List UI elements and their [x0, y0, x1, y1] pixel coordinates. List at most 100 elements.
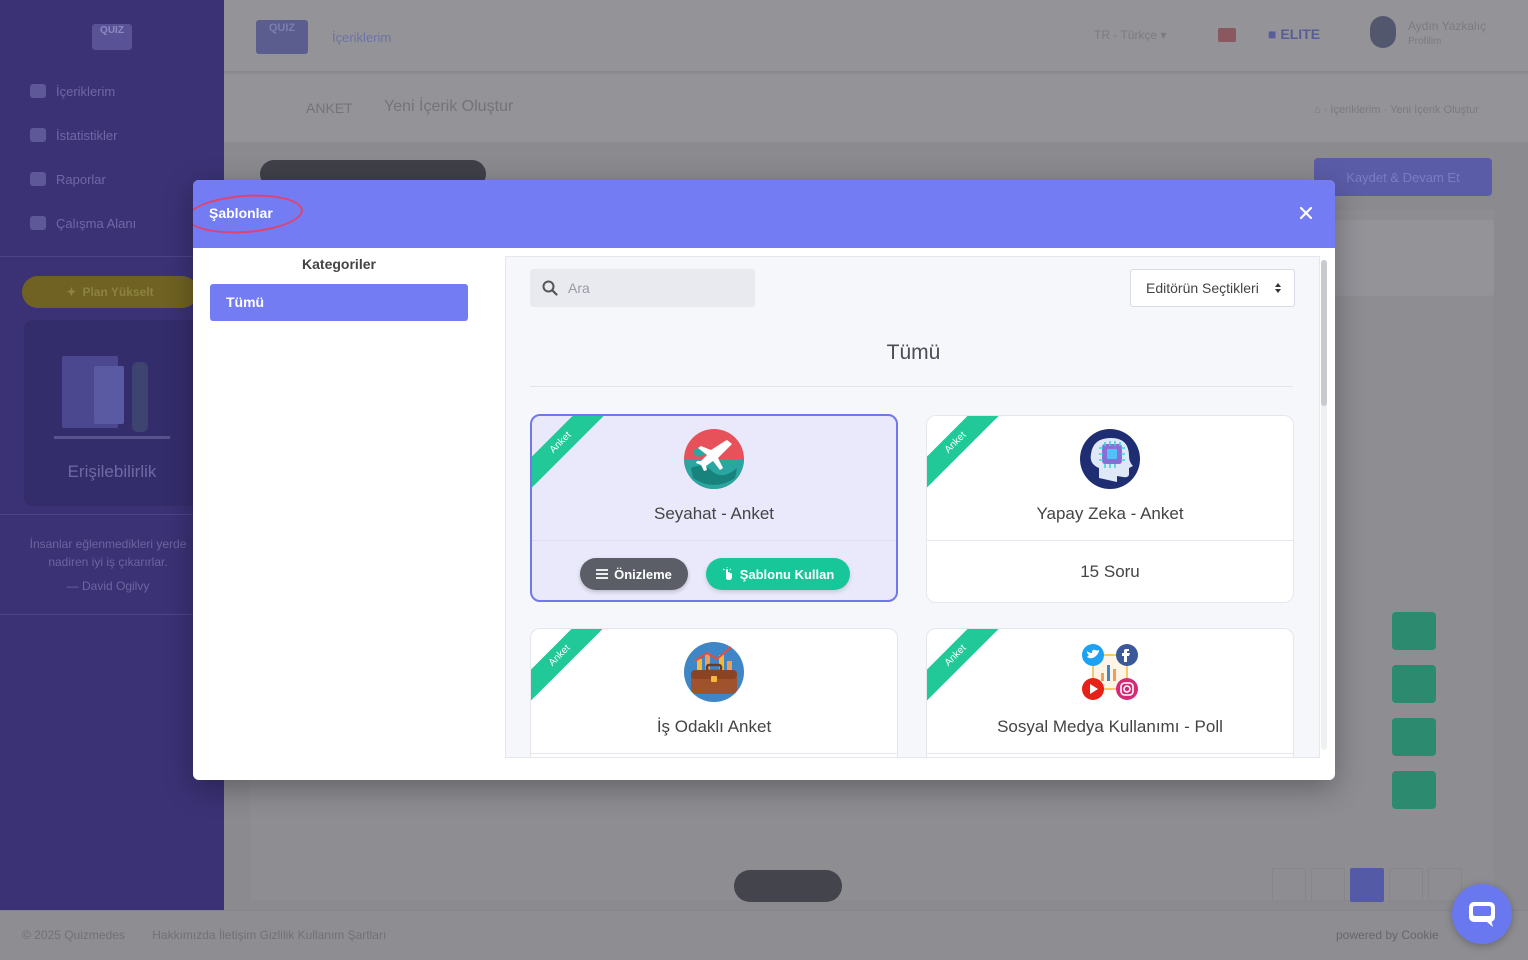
save-continue-label: Kaydet & Devam Et: [1346, 169, 1460, 185]
ribbon: Anket: [532, 416, 604, 488]
card-title: Seyahat - Anket: [653, 504, 775, 523]
templates-modal: Şablonlar Kategoriler Tümü Editörün Seçt…: [193, 180, 1335, 780]
preview-button[interactable]: Önizleme: [580, 558, 688, 590]
sidebar-item-reports[interactable]: Raporlar: [30, 168, 106, 190]
template-card-travel[interactable]: Anket Seyahat - Anket Önizleme Şablonu K…: [530, 414, 898, 602]
ribbon: Anket: [927, 416, 999, 488]
top-bar: QUIZ İçeriklerim TR - Türkçe ▾ ■ ELITE A…: [224, 0, 1528, 72]
page-title: Yeni İçerik Oluştur: [384, 98, 514, 115]
pagination-prev[interactable]: [1311, 868, 1345, 902]
quote-author: — David Ogilvy: [66, 579, 150, 593]
category-all[interactable]: Tümü: [210, 284, 468, 321]
chat-button[interactable]: [1452, 884, 1512, 944]
card-divider: [927, 540, 1293, 541]
top-logo[interactable]: QUIZ: [256, 20, 308, 54]
template-card-business[interactable]: Anket İş Odaklı Anket: [530, 628, 898, 757]
pagination-next[interactable]: [1389, 868, 1423, 902]
upgrade-plan-button[interactable]: ✦ Plan Yükselt: [22, 276, 198, 308]
template-card-social-media[interactable]: Anket Sosyal Medya Kullanımı - Poll: [926, 628, 1294, 757]
use-template-button[interactable]: Şablonu Kullan: [706, 558, 850, 590]
sidebar-item-contents[interactable]: İçeriklerim: [30, 80, 115, 102]
list-icon: [596, 569, 609, 579]
sidebar-item-workspace[interactable]: Çalışma Alanı: [30, 212, 136, 234]
sort-select-value: Editörün Seçtikleri: [1146, 280, 1259, 296]
breadcrumb-trail: ⌂ · İçeriklerim · Yeni İçerik Oluştur: [1314, 104, 1479, 116]
question-action-button[interactable]: [1392, 718, 1436, 756]
ribbon-label: Anket: [532, 416, 604, 488]
templates-area: Editörün Seçtikleri Tümü Anket Seyahat -…: [505, 256, 1320, 758]
language-select[interactable]: TR - Türkçe ▾: [1094, 28, 1166, 42]
ribbon: Anket: [927, 629, 999, 701]
footer: © 2025 Quizmedes Hakkımızda İletişim Giz…: [0, 910, 1528, 960]
scrollbar[interactable]: [1321, 260, 1327, 750]
breadcrumb: ANKET Yeni İçerik Oluştur ⌂ · İçerikleri…: [224, 74, 1528, 142]
sort-arrows-icon: [1275, 283, 1281, 293]
user-role: Profilim: [1408, 36, 1442, 47]
sort-select[interactable]: Editörün Seçtikleri: [1130, 269, 1295, 307]
close-icon[interactable]: [1295, 202, 1317, 224]
ribbon-label: Anket: [927, 629, 999, 701]
sidebar-item-label: Raporlar: [56, 171, 106, 187]
travel-globe-icon: [684, 429, 744, 489]
avatar[interactable]: [1370, 16, 1396, 48]
copyright-text: © 2025 Quizmedes: [22, 928, 125, 942]
user-menu[interactable]: Aydın Yazkalıç Profilim: [1408, 18, 1486, 50]
question-action-button[interactable]: [1392, 665, 1436, 703]
pagination-page[interactable]: [1350, 868, 1384, 902]
save-continue-button[interactable]: Kaydet & Devam Et: [1314, 158, 1492, 196]
question-count: 15 Soru: [1080, 562, 1140, 581]
app-logo: QUIZ: [92, 24, 132, 50]
card-title: İş Odaklı Anket: [656, 717, 772, 736]
accessibility-illustration: [54, 348, 170, 444]
scrollbar-thumb[interactable]: [1321, 260, 1327, 406]
modal-title: Şablonlar: [209, 205, 273, 221]
flag-icon[interactable]: [1218, 28, 1236, 42]
sidebar-item-statistics[interactable]: İstatistikler: [30, 124, 117, 146]
rocket-icon: ✦: [66, 285, 77, 299]
card-divider: [531, 753, 897, 754]
quote-text: İnsanlar eğlenmedikleri yerde nadiren iy…: [29, 537, 187, 569]
card-title: Yapay Zeka - Anket: [1036, 504, 1184, 523]
card-divider: [532, 540, 896, 541]
add-new-button[interactable]: [734, 870, 842, 902]
user-icon: [30, 84, 46, 98]
powered-by: powered by Cookie: [1336, 928, 1439, 942]
modal-header: Şablonlar: [193, 180, 1335, 248]
sidebar-divider: [0, 614, 224, 615]
ribbon-label: Anket: [531, 629, 603, 701]
user-name: Aydın Yazkalıç: [1408, 19, 1487, 33]
categories-title: Kategoriler: [302, 256, 376, 272]
footer-links[interactable]: Hakkımızda İletişim Gizlilik Kullanım Şa…: [152, 928, 386, 942]
accessibility-card[interactable]: Erişilebilirlik: [24, 320, 200, 506]
pagination-first[interactable]: [1272, 868, 1306, 902]
search-icon: [542, 280, 558, 296]
tap-icon: [722, 567, 732, 580]
sidebar-divider: [0, 514, 224, 515]
chat-icon: [1469, 902, 1495, 927]
plan-label: ELITE: [1280, 26, 1321, 42]
search-box[interactable]: [530, 269, 755, 307]
top-link-contents[interactable]: İçeriklerim: [332, 30, 391, 45]
social-media-icon: [1082, 644, 1138, 700]
section-divider: [530, 386, 1293, 387]
preview-button-label: Önizleme: [614, 566, 672, 582]
footer-copyright: © 2025 Quizmedes Hakkımızda İletişim Giz…: [22, 928, 386, 942]
briefcase-chart-icon: [684, 642, 744, 702]
upgrade-plan-label: Plan Yükselt: [82, 285, 154, 299]
chart-icon: [30, 128, 46, 142]
use-template-button-label: Şablonu Kullan: [739, 566, 835, 582]
sidebar-item-label: İçeriklerim: [56, 83, 116, 99]
question-action-button[interactable]: [1392, 771, 1436, 809]
side-panel: [1334, 220, 1494, 296]
language-label: TR - Türkçe: [1094, 28, 1158, 42]
breadcrumb-trail-label: İçeriklerim · Yeni İçerik Oluştur: [1330, 104, 1479, 116]
ribbon: Anket: [531, 629, 603, 701]
ribbon-label: Anket: [927, 416, 999, 488]
content-type: ANKET: [306, 100, 353, 116]
template-card-ai[interactable]: Anket Yapay Zeka - Anket 15 Soru: [926, 415, 1294, 603]
briefcase-icon: [30, 216, 46, 230]
question-action-button[interactable]: [1392, 612, 1436, 650]
sidebar-divider: [0, 256, 224, 257]
card-divider: [927, 753, 1293, 754]
search-input[interactable]: [568, 269, 748, 307]
